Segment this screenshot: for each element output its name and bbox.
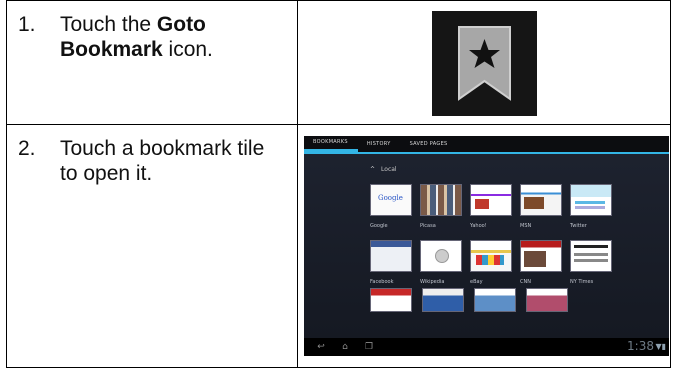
bookmark-thumbnail[interactable] xyxy=(526,288,568,312)
bookmark-label: Facebook xyxy=(370,279,394,285)
bookmark-thumbnail xyxy=(520,184,562,216)
bookmark-thumbnail xyxy=(470,184,512,216)
back-icon[interactable]: ↩ xyxy=(314,342,328,352)
bookmark-tile[interactable]: eBay xyxy=(470,240,512,286)
tab-bar: BOOKMARKS HISTORY SAVED PAGES xyxy=(304,136,669,154)
step-1-text-cell: 1. Touch the Goto Bookmark icon. xyxy=(6,0,298,125)
instruction-table: 1. Touch the Goto Bookmark icon. 2. Touc… xyxy=(6,0,671,368)
bookmarks-screenshot: BOOKMARKS HISTORY SAVED PAGES ^ Local Goo… xyxy=(304,136,669,356)
google-logo: Google xyxy=(378,194,403,202)
home-icon[interactable]: ⌂ xyxy=(338,342,352,352)
bookmark-star-icon xyxy=(432,11,537,116)
bookmark-thumbnail[interactable] xyxy=(474,288,516,312)
bookmark-label: Google xyxy=(370,223,388,229)
bookmark-thumbnail[interactable] xyxy=(370,288,412,312)
bookmark-thumbnail xyxy=(370,240,412,272)
bookmark-tile[interactable]: CNN xyxy=(520,240,562,286)
bookmark-tile[interactable]: Wikipedia xyxy=(420,240,462,286)
tab-history[interactable]: HISTORY xyxy=(358,136,401,152)
bookmark-tile[interactable]: Facebook xyxy=(370,240,412,286)
bookmark-label: Twitter xyxy=(570,223,587,229)
bookmark-tile[interactable]: MSN xyxy=(520,184,562,230)
bookmark-label: MSN xyxy=(520,223,532,229)
step-text: icon. xyxy=(162,38,213,61)
bookmark-tile[interactable]: Twitter xyxy=(570,184,612,230)
bookmark-tile[interactable]: Google Google xyxy=(370,184,412,230)
step-number: 2. xyxy=(18,137,36,160)
bookmark-thumbnail xyxy=(420,184,462,216)
folder-label: Local xyxy=(381,166,397,173)
step-number: 1. xyxy=(18,13,36,36)
step-instruction: Touch the Goto Bookmark icon. xyxy=(60,12,280,62)
bookmark-thumbnail xyxy=(470,240,512,272)
bookmark-thumbnail xyxy=(520,240,562,272)
bookmark-thumbnail xyxy=(570,240,612,272)
step-row-1: 1. Touch the Goto Bookmark icon. xyxy=(6,0,671,125)
bookmark-label: NY Times xyxy=(570,279,594,285)
folder-header[interactable]: ^ Local xyxy=(370,166,397,173)
bookmark-tile[interactable]: Picasa xyxy=(420,184,462,230)
bookmark-tile[interactable]: NY Times xyxy=(570,240,612,286)
step-row-2: 2. Touch a bookmark tile to open it. BOO… xyxy=(6,124,671,368)
bookmark-label: Yahoo! xyxy=(470,223,487,229)
recent-apps-icon[interactable]: ❐ xyxy=(362,342,376,352)
bookmark-thumbnail xyxy=(420,240,462,272)
bookmark-label: CNN xyxy=(520,279,531,285)
tab-saved-pages[interactable]: SAVED PAGES xyxy=(401,136,458,152)
bookmark-thumbnail xyxy=(570,184,612,216)
bookmark-label: Picasa xyxy=(420,223,436,229)
step-instruction: Touch a bookmark tile to open it. xyxy=(60,137,265,185)
bookmark-tile[interactable]: Yahoo! xyxy=(470,184,512,230)
wifi-battery-icon: ▼▮ xyxy=(655,342,666,351)
step-text: Touch the xyxy=(60,13,157,36)
chevron-up-icon: ^ xyxy=(370,166,376,173)
bookmark-thumbnail: Google xyxy=(370,184,412,216)
bookmark-row-partial xyxy=(370,288,568,312)
status-clock: 1:38 xyxy=(627,339,654,353)
system-nav-bar: ↩ ⌂ ❐ 1:38 ▼▮ xyxy=(304,338,669,356)
step-2-image-cell: BOOKMARKS HISTORY SAVED PAGES ^ Local Goo… xyxy=(297,124,671,368)
bookmark-grid: Google Google Picasa Yahoo! MSN Twitter F… xyxy=(370,184,630,286)
bookmark-label: eBay xyxy=(470,279,483,285)
bookmark-label: Wikipedia xyxy=(420,279,445,285)
bookmark-thumbnail[interactable] xyxy=(422,288,464,312)
step-2-text-cell: 2. Touch a bookmark tile to open it. xyxy=(6,124,298,368)
tab-bookmarks[interactable]: BOOKMARKS xyxy=(304,136,358,152)
step-1-image-cell xyxy=(297,0,671,125)
